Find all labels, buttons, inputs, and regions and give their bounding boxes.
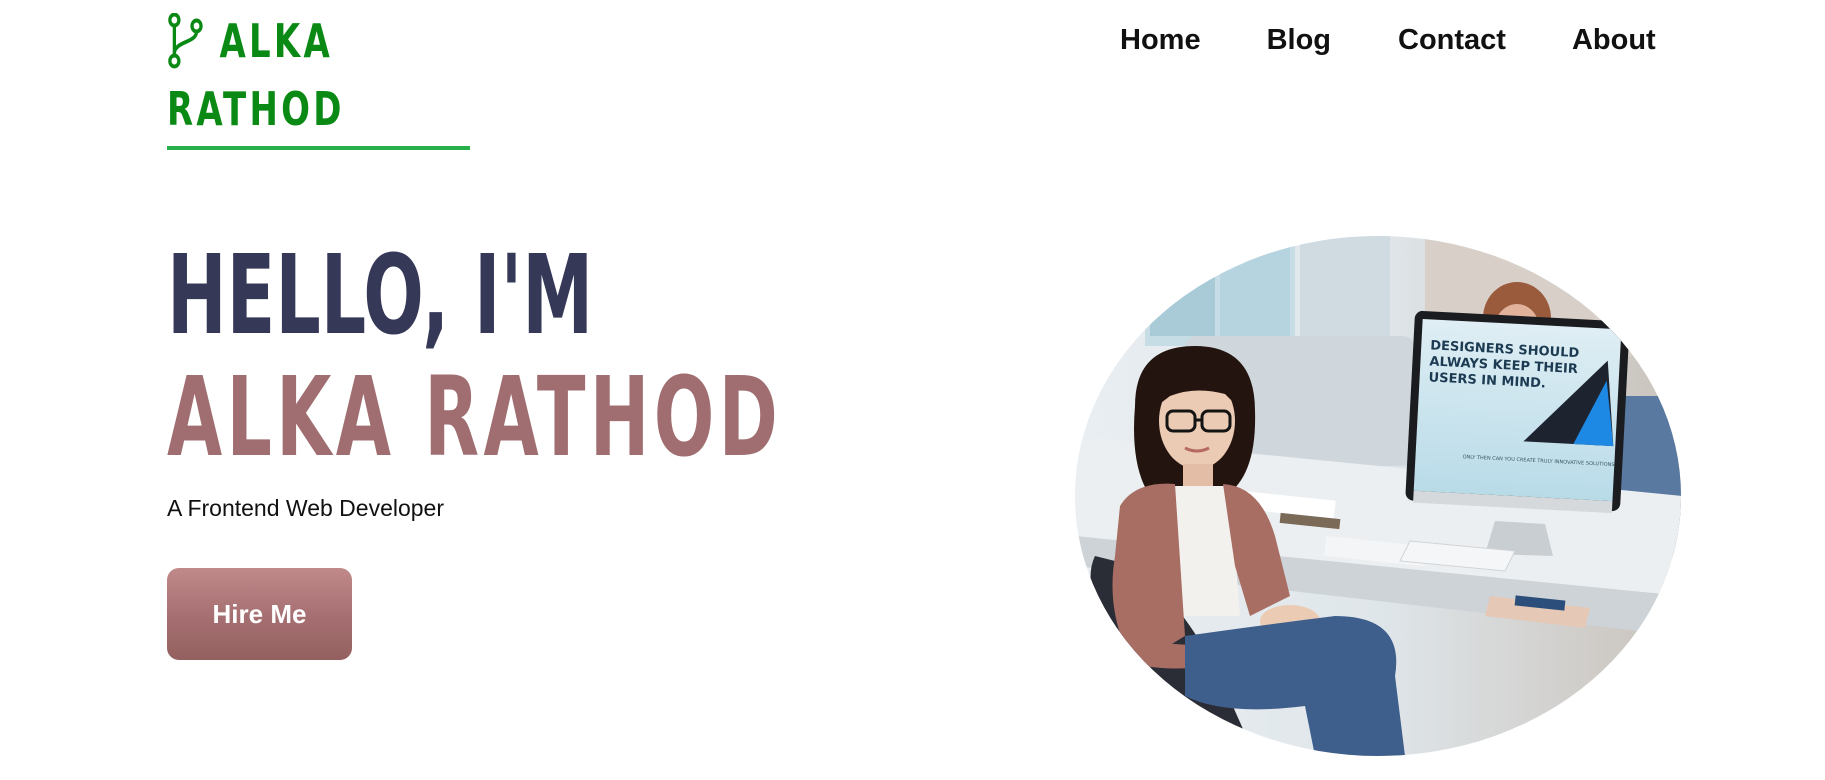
hero-photo: DESIGNERS SHOULD ALWAYS KEEP THEIR USERS… bbox=[1075, 236, 1682, 756]
hero-name: ALKA RATHOD bbox=[167, 353, 783, 481]
site-logo[interactable]: ALKA RATHOD bbox=[167, 8, 470, 150]
hero-subtitle: A Frontend Web Developer bbox=[167, 495, 445, 521]
logo-text-line1: ALKA bbox=[219, 14, 334, 68]
nav-blog-link[interactable]: Blog bbox=[1267, 20, 1331, 60]
main-nav: Home Blog Contact About bbox=[1120, 20, 1656, 60]
logo-text-line2: RATHOD bbox=[167, 82, 345, 136]
portfolio-page: ALKA RATHOD Home Blog Contact About HELL… bbox=[0, 0, 1825, 780]
logo-second-line: RATHOD bbox=[167, 74, 413, 144]
logo-underline bbox=[167, 146, 470, 150]
nav-about-link[interactable]: About bbox=[1572, 20, 1656, 60]
nav-home-link[interactable]: Home bbox=[1120, 20, 1201, 60]
nav-contact-link[interactable]: Contact bbox=[1398, 20, 1506, 60]
git-branch-icon bbox=[167, 12, 203, 69]
hero-greeting: HELLO, I'M bbox=[167, 231, 594, 359]
hire-me-button[interactable]: Hire Me bbox=[167, 568, 352, 660]
logo-first-line: ALKA bbox=[167, 8, 413, 74]
